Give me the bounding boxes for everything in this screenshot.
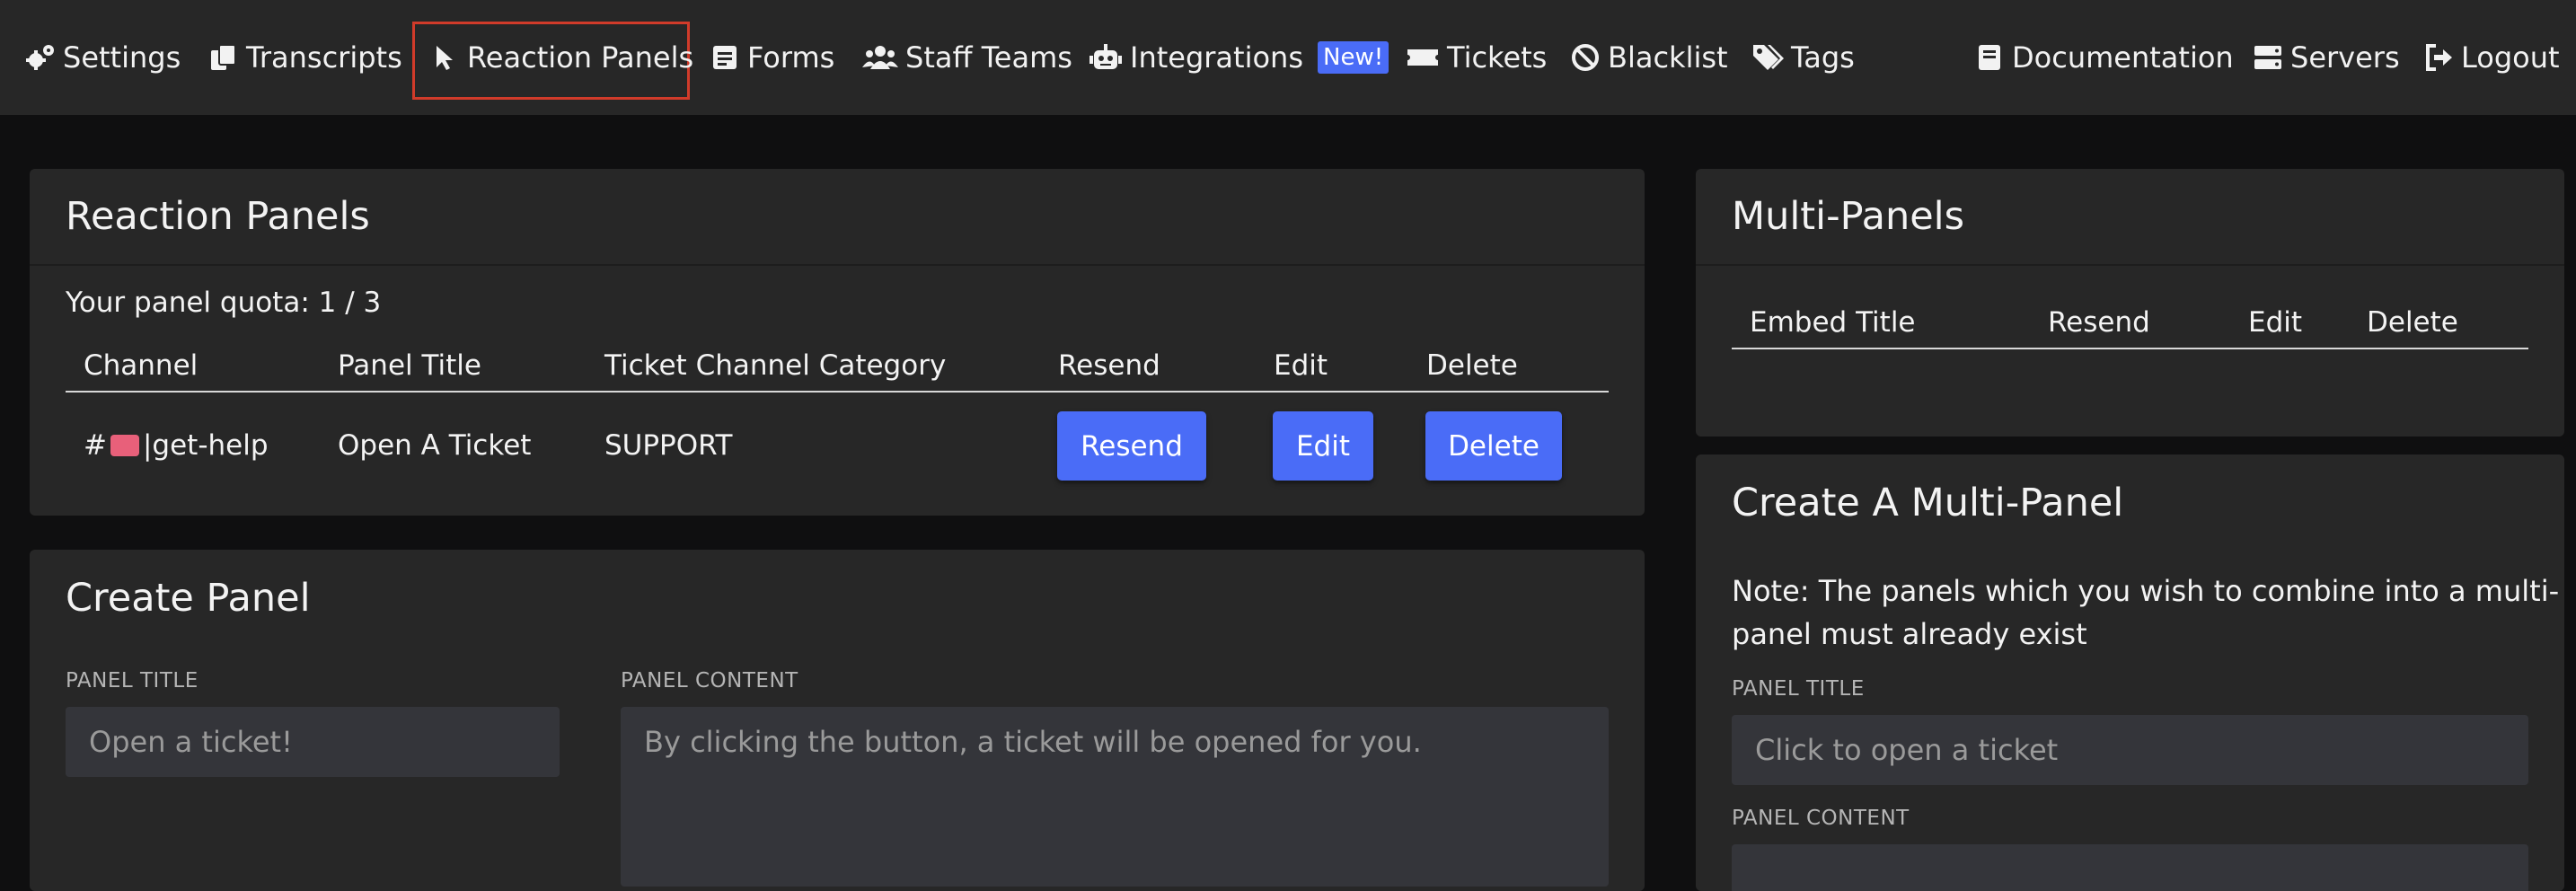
- new-badge: New!: [1318, 40, 1389, 75]
- reaction-panels-card: Reaction Panels Your panel quota: 1 / 3 …: [30, 169, 1645, 516]
- table-header-divider: [66, 391, 1609, 393]
- nav-servers[interactable]: Servers: [2253, 0, 2400, 115]
- top-navbar: Settings Transcripts Reaction Panels For…: [0, 0, 2576, 115]
- reaction-panels-title: Reaction Panels: [66, 194, 370, 239]
- nav-logout-label: Logout: [2461, 40, 2560, 75]
- nav-integrations[interactable]: Integrations New!: [1089, 0, 1389, 115]
- nav-tickets-label: Tickets: [1447, 40, 1548, 75]
- gears-icon: [26, 45, 54, 70]
- nav-staff-teams[interactable]: Staff Teams: [862, 0, 1072, 115]
- column-header-resend: Resend: [1058, 349, 1160, 382]
- channel-hash: #: [84, 429, 107, 462]
- multi-panels-title: Multi-Panels: [1732, 194, 1965, 239]
- panel-title-label: PANEL TITLE: [66, 669, 198, 693]
- nav-forms[interactable]: Forms: [710, 0, 834, 115]
- nav-reaction-panels[interactable]: Reaction Panels: [429, 0, 693, 115]
- panel-content-textarea[interactable]: By clicking the button, a ticket will be…: [621, 707, 1609, 887]
- panel-title-cell: Open A Ticket: [338, 429, 532, 462]
- robot-icon: [1090, 44, 1122, 69]
- book-icon: [1979, 45, 2000, 70]
- nav-transcripts[interactable]: Transcripts: [208, 0, 402, 115]
- multi-panels-card: Multi-Panels Embed Title Resend Edit Del…: [1696, 169, 2564, 437]
- mouse-pointer-icon: [437, 46, 453, 70]
- delete-button[interactable]: Delete: [1425, 411, 1562, 481]
- column-header-panel-title: Panel Title: [338, 349, 481, 382]
- column-header-delete: Delete: [1426, 349, 1518, 382]
- multi-panel-note: Note: The panels which you wish to combi…: [1732, 569, 2559, 656]
- channel-cell: # |get-help: [84, 429, 269, 462]
- column-header-edit: Edit: [2248, 306, 2303, 339]
- nav-documentation[interactable]: Documentation: [1974, 0, 2234, 115]
- form-icon: [713, 46, 737, 69]
- nav-settings[interactable]: Settings: [25, 0, 181, 115]
- nav-blacklist-label: Blacklist: [1608, 40, 1728, 75]
- multi-table-header-divider: [1732, 348, 2528, 349]
- multi-panel-title-input[interactable]: Click to open a ticket: [1732, 715, 2528, 785]
- nav-forms-label: Forms: [747, 40, 835, 75]
- panel-quota: Your panel quota: 1 / 3: [66, 287, 382, 319]
- nav-settings-label: Settings: [63, 40, 181, 75]
- nav-transcripts-label: Transcripts: [246, 40, 402, 75]
- nav-tags-label: Tags: [1791, 40, 1855, 75]
- column-header-resend: Resend: [2048, 306, 2150, 339]
- nav-logout[interactable]: Logout: [2423, 0, 2560, 115]
- nav-documentation-label: Documentation: [2012, 40, 2234, 75]
- nav-integrations-label: Integrations: [1130, 40, 1303, 75]
- panel-title-input[interactable]: Open a ticket!: [66, 707, 560, 777]
- column-header-delete: Delete: [2367, 306, 2458, 339]
- reaction-panels-header: Reaction Panels: [30, 169, 1645, 266]
- create-multi-panel-header: Create A Multi-Panel: [1696, 454, 2564, 551]
- ticket-emoji-icon: [110, 434, 139, 456]
- ticket-icon: [1407, 49, 1438, 66]
- panel-content-label: PANEL CONTENT: [621, 669, 798, 693]
- column-header-edit: Edit: [1274, 349, 1328, 382]
- create-panel-card: Create Panel PANEL TITLE Open a ticket! …: [30, 550, 1645, 891]
- nav-blacklist[interactable]: Blacklist: [1570, 0, 1728, 115]
- nav-tickets[interactable]: Tickets: [1406, 0, 1547, 115]
- nav-servers-label: Servers: [2290, 40, 2400, 75]
- multi-panel-note-line-2: panel must already exist: [1732, 617, 2087, 651]
- multi-panel-note-line-1: Note: The panels which you wish to combi…: [1732, 574, 2560, 608]
- nav-staff-teams-label: Staff Teams: [905, 40, 1072, 75]
- ban-icon: [1572, 44, 1599, 71]
- sign-out-icon: [2426, 44, 2452, 71]
- category-cell: SUPPORT: [604, 429, 733, 462]
- column-header-category: Ticket Channel Category: [604, 349, 947, 382]
- copy-icon: [211, 44, 236, 70]
- nav-reaction-panels-label: Reaction Panels: [467, 40, 694, 75]
- create-multi-panel-card: Create A Multi-Panel Note: The panels wh…: [1696, 454, 2564, 891]
- create-multi-panel-title: Create A Multi-Panel: [1732, 481, 2124, 525]
- multi-panel-content-textarea[interactable]: [1732, 844, 2528, 891]
- multi-panel-title-label: PANEL TITLE: [1732, 677, 1865, 701]
- server-icon: [2254, 46, 2281, 69]
- multi-panel-content-label: PANEL CONTENT: [1732, 807, 1910, 830]
- create-panel-title: Create Panel: [66, 576, 311, 621]
- column-header-embed-title: Embed Title: [1750, 306, 1916, 339]
- tags-icon: [1753, 45, 1784, 70]
- nav-tags[interactable]: Tags: [1751, 0, 1855, 115]
- users-icon: [862, 46, 898, 69]
- multi-panels-header: Multi-Panels: [1696, 169, 2564, 266]
- channel-name: |get-help: [142, 429, 269, 462]
- resend-button[interactable]: Resend: [1057, 411, 1206, 481]
- create-panel-header: Create Panel: [30, 550, 1645, 647]
- column-header-channel: Channel: [84, 349, 198, 382]
- edit-button[interactable]: Edit: [1273, 411, 1373, 481]
